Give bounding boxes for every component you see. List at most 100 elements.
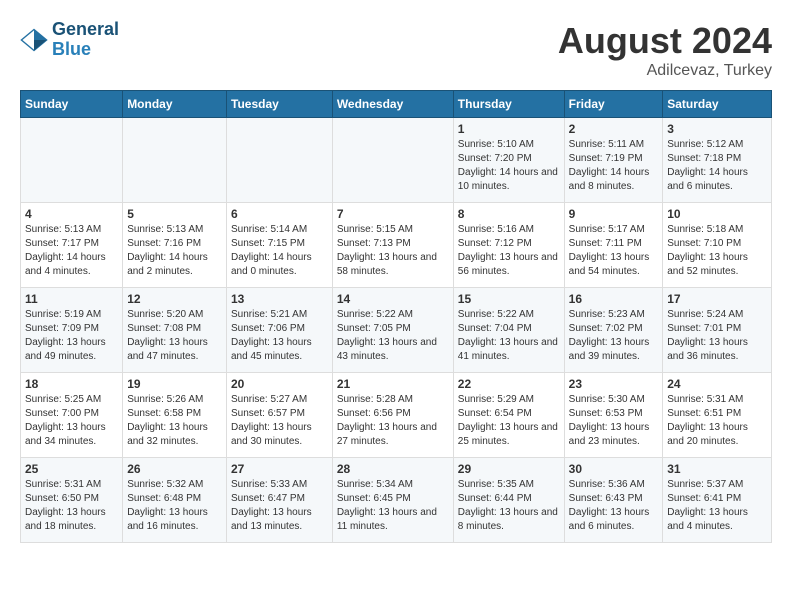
day-info: Sunrise: 5:13 AM Sunset: 7:16 PM Dayligh… [127,223,222,279]
calendar-cell-w2-d5: 9Sunrise: 5:17 AM Sunset: 7:11 PM Daylig… [564,203,663,288]
day-info: Sunrise: 5:27 AM Sunset: 6:57 PM Dayligh… [231,393,328,449]
day-number: 27 [231,462,328,476]
day-number: 1 [458,122,560,136]
day-info: Sunrise: 5:19 AM Sunset: 7:09 PM Dayligh… [25,308,118,364]
page-header: General Blue August 2024 Adilcevaz, Turk… [20,20,772,80]
calendar-cell-w5-d0: 25 Sunrise: 5:31 AM Sunset: 6:50 PM Dayli… [21,458,123,543]
day-info: Sunrise: 5:30 AM Sunset: 6:53 PM Dayligh… [569,393,659,449]
calendar-cell-w3-d4: 15 Sunrise: 5:22 AM Sunset: 7:04 PM Dayli… [453,288,564,373]
day-number: 6 [231,207,328,221]
day-number: 24 [667,377,767,391]
calendar-cell-w1-d5: 2 Sunrise: 5:11 AM Sunset: 7:19 PM Daylig… [564,118,663,203]
calendar-cell-w1-d4: 1 Sunrise: 5:10 AM Sunset: 7:20 PM Daylig… [453,118,564,203]
day-info: Sunrise: 5:16 AM Sunset: 7:12 PM Dayligh… [458,223,560,279]
day-info: Sunrise: 5:11 AM Sunset: 7:19 PM Dayligh… [569,138,659,194]
calendar-cell-w4-d4: 22 Sunrise: 5:29 AM Sunset: 6:54 PM Dayli… [453,373,564,458]
day-info: Sunrise: 5:35 AM Sunset: 6:44 PM Dayligh… [458,478,560,534]
day-number: 17 [667,292,767,306]
calendar-cell-w1-d0 [21,118,123,203]
calendar-cell-w5-d4: 29 Sunrise: 5:35 AM Sunset: 6:44 PM Dayli… [453,458,564,543]
calendar-cell-w5-d6: 31 Sunrise: 5:37 AM Sunset: 6:41 PM Dayli… [663,458,772,543]
day-number: 29 [458,462,560,476]
day-number: 18 [25,377,118,391]
calendar-cell-w5-d2: 27 Sunrise: 5:33 AM Sunset: 6:47 PM Dayli… [227,458,333,543]
calendar-table: Sunday Monday Tuesday Wednesday Thursday… [20,90,772,543]
day-info: Sunrise: 5:26 AM Sunset: 6:58 PM Dayligh… [127,393,222,449]
day-info: Sunrise: 5:10 AM Sunset: 7:20 PM Dayligh… [458,138,560,194]
calendar-cell-w2-d6: 10 Sunrise: 5:18 AM Sunset: 7:10 PM Dayli… [663,203,772,288]
day-number: 25 [25,462,118,476]
day-number: 2 [569,122,659,136]
day-number: 11 [25,292,118,306]
day-info: Sunrise: 5:14 AM Sunset: 7:15 PM Dayligh… [231,223,328,279]
calendar-cell-w4-d1: 19 Sunrise: 5:26 AM Sunset: 6:58 PM Dayli… [123,373,227,458]
day-number: 20 [231,377,328,391]
calendar-week-1: 1 Sunrise: 5:10 AM Sunset: 7:20 PM Daylig… [21,118,772,203]
day-info: Sunrise: 5:17 AM Sunset: 7:11 PM Dayligh… [569,223,659,279]
day-info: Sunrise: 5:25 AM Sunset: 7:00 PM Dayligh… [25,393,118,449]
day-info: Sunrise: 5:31 AM Sunset: 6:50 PM Dayligh… [25,478,118,534]
day-number: 16 [569,292,659,306]
day-info: Sunrise: 5:12 AM Sunset: 7:18 PM Dayligh… [667,138,767,194]
calendar-cell-w3-d6: 17 Sunrise: 5:24 AM Sunset: 7:01 PM Dayli… [663,288,772,373]
day-number: 23 [569,377,659,391]
day-number: 3 [667,122,767,136]
day-info: Sunrise: 5:37 AM Sunset: 6:41 PM Dayligh… [667,478,767,534]
calendar-cell-w3-d1: 12 Sunrise: 5:20 AM Sunset: 7:08 PM Dayli… [123,288,227,373]
day-number: 22 [458,377,560,391]
day-info: Sunrise: 5:24 AM Sunset: 7:01 PM Dayligh… [667,308,767,364]
day-info: Sunrise: 5:32 AM Sunset: 6:48 PM Dayligh… [127,478,222,534]
header-sunday: Sunday [21,91,123,118]
logo-text: General Blue [52,20,119,60]
day-number: 7 [337,207,449,221]
calendar-cell-w4-d0: 18 Sunrise: 5:25 AM Sunset: 7:00 PM Dayli… [21,373,123,458]
header-monday: Monday [123,91,227,118]
calendar-cell-w5-d1: 26Sunrise: 5:32 AM Sunset: 6:48 PM Dayli… [123,458,227,543]
day-info: Sunrise: 5:21 AM Sunset: 7:06 PM Dayligh… [231,308,328,364]
calendar-cell-w1-d1 [123,118,227,203]
day-number: 19 [127,377,222,391]
header-saturday: Saturday [663,91,772,118]
calendar-cell-w1-d2 [227,118,333,203]
day-number: 21 [337,377,449,391]
calendar-week-4: 18 Sunrise: 5:25 AM Sunset: 7:00 PM Dayli… [21,373,772,458]
day-number: 14 [337,292,449,306]
month-year: August 2024 [558,20,772,62]
calendar-cell-w4-d6: 24 Sunrise: 5:31 AM Sunset: 6:51 PM Dayli… [663,373,772,458]
calendar-cell-w2-d0: 4 Sunrise: 5:13 AM Sunset: 7:17 PM Daylig… [21,203,123,288]
day-info: Sunrise: 5:18 AM Sunset: 7:10 PM Dayligh… [667,223,767,279]
calendar-cell-w5-d3: 28Sunrise: 5:34 AM Sunset: 6:45 PM Dayli… [332,458,453,543]
day-info: Sunrise: 5:15 AM Sunset: 7:13 PM Dayligh… [337,223,449,279]
day-number: 4 [25,207,118,221]
day-number: 30 [569,462,659,476]
logo-icon [20,26,48,54]
day-number: 28 [337,462,449,476]
calendar-cell-w2-d2: 6 Sunrise: 5:14 AM Sunset: 7:15 PM Daylig… [227,203,333,288]
calendar-cell-w4-d5: 23 Sunrise: 5:30 AM Sunset: 6:53 PM Dayli… [564,373,663,458]
day-number: 31 [667,462,767,476]
location: Adilcevaz, Turkey [558,62,772,80]
calendar-cell-w3-d0: 11 Sunrise: 5:19 AM Sunset: 7:09 PM Dayli… [21,288,123,373]
calendar-cell-w3-d2: 13Sunrise: 5:21 AM Sunset: 7:06 PM Dayli… [227,288,333,373]
header-thursday: Thursday [453,91,564,118]
calendar-cell-w3-d5: 16Sunrise: 5:23 AM Sunset: 7:02 PM Dayli… [564,288,663,373]
day-info: Sunrise: 5:29 AM Sunset: 6:54 PM Dayligh… [458,393,560,449]
calendar-cell-w2-d1: 5Sunrise: 5:13 AM Sunset: 7:16 PM Daylig… [123,203,227,288]
day-number: 15 [458,292,560,306]
day-number: 12 [127,292,222,306]
calendar-cell-w1-d3 [332,118,453,203]
day-info: Sunrise: 5:22 AM Sunset: 7:05 PM Dayligh… [337,308,449,364]
calendar-week-3: 11 Sunrise: 5:19 AM Sunset: 7:09 PM Dayli… [21,288,772,373]
calendar-header-row: Sunday Monday Tuesday Wednesday Thursday… [21,91,772,118]
day-info: Sunrise: 5:22 AM Sunset: 7:04 PM Dayligh… [458,308,560,364]
header-friday: Friday [564,91,663,118]
day-info: Sunrise: 5:31 AM Sunset: 6:51 PM Dayligh… [667,393,767,449]
day-number: 8 [458,207,560,221]
day-info: Sunrise: 5:20 AM Sunset: 7:08 PM Dayligh… [127,308,222,364]
day-info: Sunrise: 5:33 AM Sunset: 6:47 PM Dayligh… [231,478,328,534]
calendar-cell-w2-d3: 7 Sunrise: 5:15 AM Sunset: 7:13 PM Daylig… [332,203,453,288]
day-number: 10 [667,207,767,221]
day-info: Sunrise: 5:13 AM Sunset: 7:17 PM Dayligh… [25,223,118,279]
calendar-cell-w4-d3: 21 Sunrise: 5:28 AM Sunset: 6:56 PM Dayli… [332,373,453,458]
day-info: Sunrise: 5:28 AM Sunset: 6:56 PM Dayligh… [337,393,449,449]
